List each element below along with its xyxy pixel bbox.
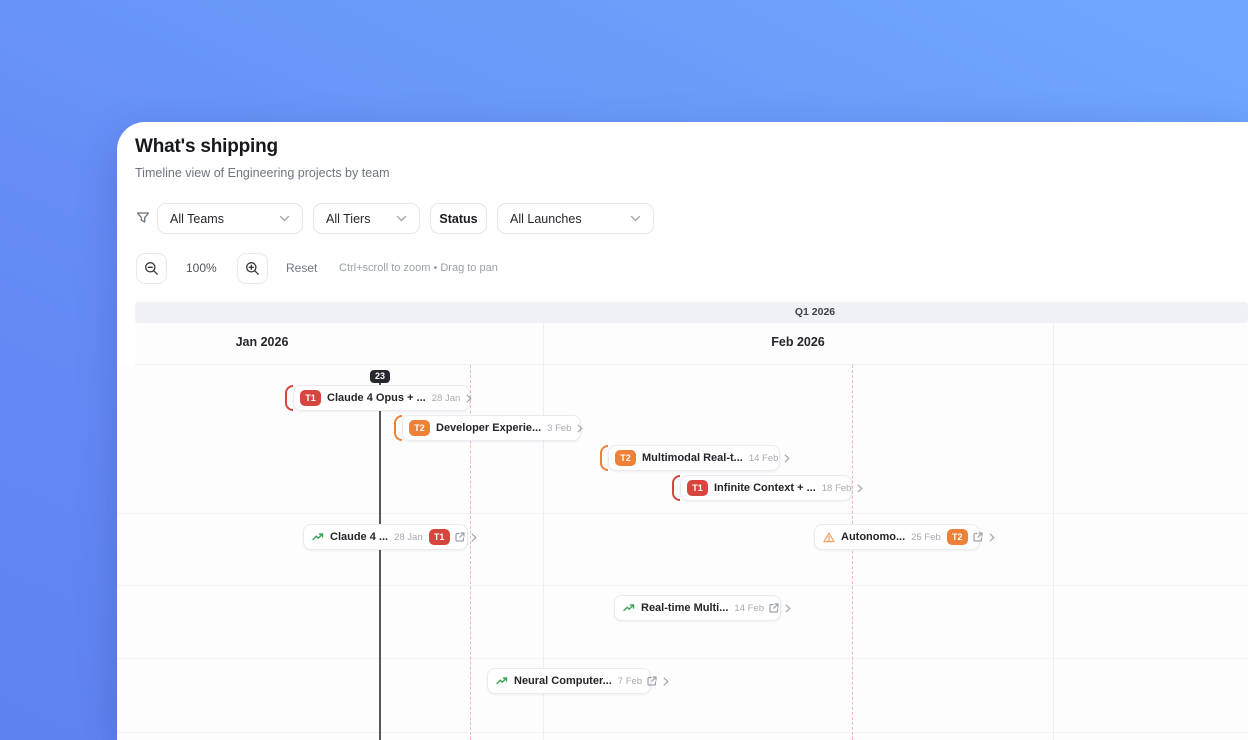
warning-icon: [823, 532, 835, 543]
whats-shipping-panel: What's shipping Timeline view of Enginee…: [117, 122, 1248, 740]
status-filter-label: Status: [439, 211, 478, 226]
tier-badge: T1: [428, 529, 450, 545]
zoom-out-icon: [145, 262, 158, 275]
chevron-right-icon: [577, 424, 584, 433]
chevron-right-icon: [466, 394, 473, 403]
page-subtitle: Timeline view of Engineering projects by…: [135, 166, 390, 180]
zoom-level: 100%: [186, 261, 217, 275]
chevron-right-icon: [785, 604, 791, 613]
launch-pill-claude-4[interactable]: Claude 4 ... 28 Jan T1: [303, 524, 477, 550]
filter-funnel-icon: [136, 211, 150, 225]
lane-divider: [117, 513, 1248, 514]
reset-zoom-button[interactable]: Reset: [286, 261, 317, 275]
external-link-icon[interactable]: [973, 532, 983, 542]
launch-pill-realtime-multi[interactable]: Real-time Multi... 14 Feb: [614, 595, 791, 621]
tiers-filter-dropdown[interactable]: All Tiers: [313, 203, 420, 234]
project-bar-developer-experience[interactable]: T2 Developer Experie... 3 Feb: [394, 415, 584, 441]
tier-badge: T1: [300, 390, 321, 406]
month-label-feb: Feb 2026: [771, 335, 825, 349]
today-marker-badge: 23: [369, 370, 391, 383]
lane-divider: [117, 585, 1248, 586]
bar-start-arc: [600, 445, 608, 471]
chevron-right-icon: [857, 484, 864, 493]
grid-line-mar: [1053, 323, 1054, 740]
chevron-right-icon: [471, 533, 477, 542]
bar-start-arc: [394, 415, 402, 441]
tier-badge: T2: [946, 529, 968, 545]
chevron-right-icon: [663, 677, 669, 686]
timeline-canvas[interactable]: 23 T1 Claude 4 Opus + ... 28 Jan T2 Deve…: [117, 323, 1248, 740]
trending-up-icon: [496, 676, 508, 686]
bar-start-arc: [285, 385, 293, 411]
quarter-label: Q1 2026: [794, 306, 836, 318]
external-link-icon[interactable]: [647, 676, 657, 686]
lane-divider: [117, 732, 1248, 733]
month-header-row: Jan 2026 Feb 2026: [135, 323, 1248, 365]
lane-divider: [117, 658, 1248, 659]
zoom-in-button[interactable]: [237, 253, 268, 284]
external-link-icon[interactable]: [769, 603, 779, 613]
trending-up-icon: [312, 532, 324, 542]
today-line: [379, 377, 381, 740]
month-label-jan: Jan 2026: [235, 335, 289, 349]
chevron-right-icon: [784, 454, 791, 463]
launches-filter-value: All Launches: [510, 211, 582, 226]
tiers-filter-value: All Tiers: [326, 211, 371, 226]
tier-badge: T2: [615, 450, 636, 466]
teams-filter-dropdown[interactable]: All Teams: [157, 203, 303, 234]
chevron-down-icon: [396, 215, 407, 222]
launches-filter-dropdown[interactable]: All Launches: [497, 203, 654, 234]
zoom-in-icon: [246, 262, 259, 275]
teams-filter-value: All Teams: [170, 211, 224, 226]
launch-pill-neural-computer[interactable]: Neural Computer... 7 Feb: [487, 668, 669, 694]
quarter-header-bar: Q1 2026: [135, 302, 1248, 323]
chevron-right-icon: [989, 533, 995, 542]
launch-pill-autonomous[interactable]: Autonomo... 25 Feb T2: [814, 524, 995, 550]
trending-up-icon: [623, 603, 635, 613]
project-bar-infinite-context[interactable]: T1 Infinite Context + ... 18 Feb: [672, 475, 864, 501]
project-bar-multimodal-realtime[interactable]: T2 Multimodal Real-t... 14 Feb: [600, 445, 791, 471]
page-title: What's shipping: [135, 136, 278, 157]
bar-start-arc: [672, 475, 680, 501]
tier-badge: T1: [687, 480, 708, 496]
chevron-down-icon: [630, 215, 641, 222]
zoom-controls: 100% Reset Ctrl+scroll to zoom • Drag to…: [117, 253, 1248, 284]
zoom-hint-text: Ctrl+scroll to zoom • Drag to pan: [339, 262, 498, 274]
chevron-down-icon: [279, 215, 290, 222]
project-bar-claude-4-opus[interactable]: T1 Claude 4 Opus + ... 28 Jan: [285, 385, 473, 411]
status-filter-button[interactable]: Status: [430, 203, 487, 234]
external-link-icon[interactable]: [455, 532, 465, 542]
zoom-out-button[interactable]: [136, 253, 167, 284]
milestone-dashed-line: [852, 365, 853, 740]
tier-badge: T2: [409, 420, 430, 436]
filter-row: All Teams All Tiers Status All Launches: [117, 203, 1248, 234]
